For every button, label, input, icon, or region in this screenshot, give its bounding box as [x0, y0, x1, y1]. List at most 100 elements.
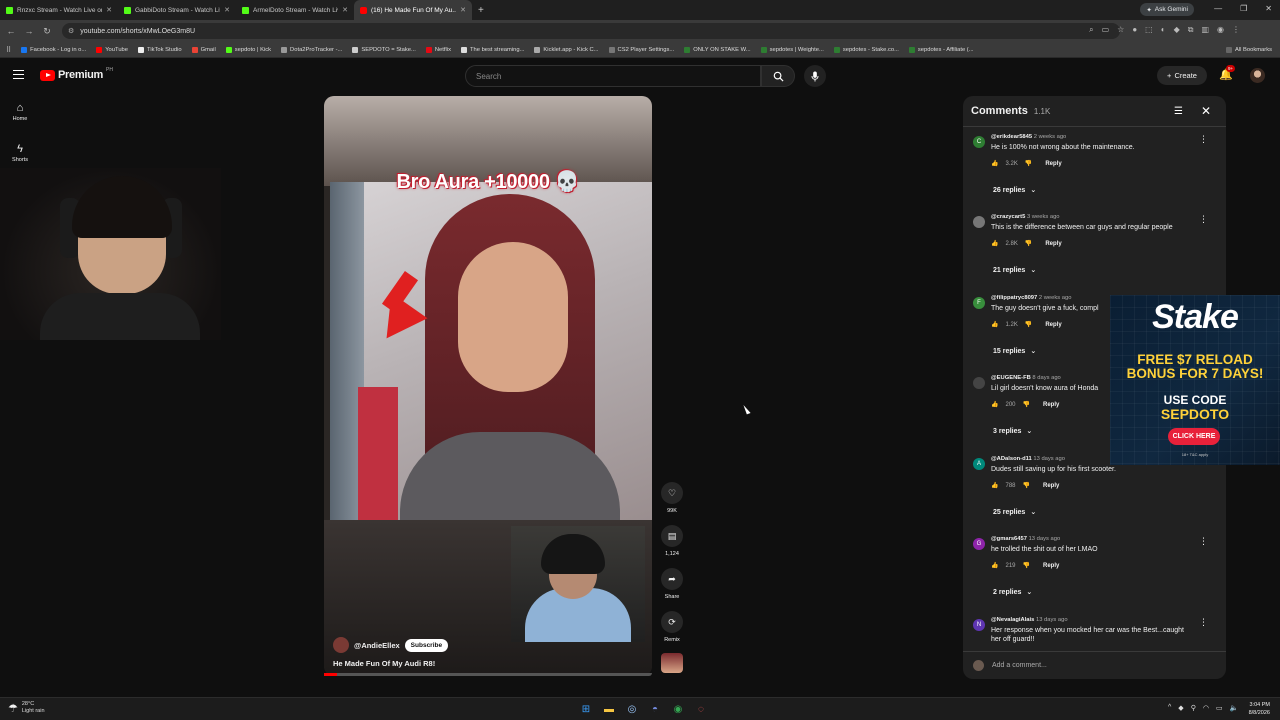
create-button[interactable]: + Create — [1157, 66, 1207, 85]
commenter-avatar[interactable]: C — [973, 136, 985, 148]
more-options-icon[interactable]: ⋮ — [1199, 134, 1208, 145]
ask-gemini-button[interactable]: ✦ Ask Gemini — [1140, 3, 1194, 16]
wifi-icon[interactable]: ◠ — [1203, 704, 1209, 712]
bookmark-item[interactable]: sepdoto | Kick — [225, 46, 271, 53]
sidebar-item-home[interactable]: ⌂ Home — [6, 102, 34, 122]
browser-tab[interactable]: GabbiDoto Stream - Watch Live ✕ — [118, 0, 236, 20]
thumbs-down-icon[interactable]: 👎 — [1025, 160, 1032, 167]
bookmark-item[interactable]: sepdotes - Affiliate (... — [908, 46, 974, 53]
discord-icon[interactable]: ◓ — [647, 701, 663, 717]
sidebar-item-shorts[interactable]: ϟ Shorts — [6, 143, 34, 163]
more-options-icon[interactable]: ⋮ — [1199, 617, 1208, 628]
close-icon[interactable]: ✕ — [1201, 104, 1211, 118]
commenter-avatar[interactable]: G — [973, 538, 985, 550]
volume-icon[interactable]: 🔈 — [1230, 704, 1239, 712]
voice-search-button[interactable] — [804, 65, 826, 87]
bookmark-item[interactable]: ONLY ON STAKE W... — [684, 46, 751, 53]
view-replies-button[interactable]: 26 replies ⌄ — [993, 186, 1036, 195]
weather-widget[interactable]: ☂ 28°C Light rain — [8, 701, 45, 715]
sound-thumbnail[interactable] — [661, 653, 683, 673]
comment-author[interactable]: @NevalagiAlais — [991, 617, 1034, 623]
sidepanel-icon[interactable]: ▥ — [1201, 25, 1209, 35]
close-tab-icon[interactable]: ✕ — [460, 6, 466, 14]
notifications-button[interactable]: 🔔 9+ — [1219, 65, 1236, 81]
comment-author[interactable]: @crazycart5 — [991, 214, 1025, 220]
comments-button[interactable]: ▤ 1,124 — [660, 525, 684, 557]
channel-name[interactable]: @AndieEllex — [354, 641, 400, 650]
search-button[interactable] — [761, 65, 795, 87]
zoom-icon[interactable]: ⌕ — [1089, 25, 1093, 35]
view-replies-button[interactable]: 2 replies ⌄ — [993, 588, 1032, 597]
sort-icon[interactable]: ☰ — [1174, 106, 1183, 117]
reply-button[interactable]: Reply — [1043, 483, 1059, 489]
minimize-button[interactable]: — — [1214, 4, 1222, 13]
site-info-icon[interactable]: ⚙ — [68, 27, 74, 35]
url-field[interactable]: ⚙ youtube.com/shorts/xMwLOeG3m8U — [62, 23, 1120, 39]
bookmark-item[interactable]: The best streaming... — [460, 46, 524, 53]
browser-menu-icon[interactable]: ⋮ — [1232, 25, 1240, 35]
view-replies-button[interactable]: 3 replies ⌄ — [993, 427, 1032, 436]
bookmark-item[interactable]: Kicklet.app - Kick C... — [534, 46, 599, 53]
thumbs-up-icon[interactable]: 👍 — [991, 401, 998, 408]
comment-author[interactable]: @EUGENE-FB — [991, 375, 1031, 381]
more-options-icon[interactable]: ⋮ — [1199, 536, 1208, 547]
reply-button[interactable]: Reply — [1045, 322, 1061, 328]
close-tab-icon[interactable]: ✕ — [342, 6, 348, 14]
reload-icon[interactable]: ↻ — [42, 26, 52, 37]
browser-tab-active[interactable]: (16) He Made Fun Of My Au... ✕ — [354, 0, 472, 20]
thumbs-up-icon[interactable]: 👍 — [991, 482, 998, 489]
commenter-avatar[interactable] — [973, 377, 985, 389]
apps-icon[interactable]: ⠿ — [6, 46, 11, 54]
bookmark-item[interactable]: YouTube — [96, 46, 128, 53]
remix-button[interactable]: ⟳ Remix — [660, 611, 684, 643]
video-progress-bar[interactable] — [324, 673, 652, 676]
extension-icon[interactable]: ⬚ — [1145, 25, 1153, 35]
thumbs-up-icon[interactable]: 👍 — [991, 562, 998, 569]
view-replies-button[interactable]: 15 replies ⌄ — [993, 347, 1036, 356]
search-input[interactable]: Search — [465, 65, 761, 87]
window-close-button[interactable]: ✕ — [1265, 4, 1272, 13]
bookmark-item[interactable]: TikTok Studio — [138, 46, 182, 53]
cast-icon[interactable]: ▭ — [1102, 25, 1110, 35]
add-comment-input[interactable]: Add a comment... — [963, 651, 1226, 679]
browser-tab[interactable]: Rnzxc Stream - Watch Live on K ✕ — [0, 0, 118, 20]
steam-icon[interactable]: ◎ — [624, 701, 640, 717]
browser-tab[interactable]: ArmelDoto Stream - Watch Live ✕ — [236, 0, 354, 20]
reply-button[interactable]: Reply — [1043, 563, 1059, 569]
bookmark-item[interactable]: CS2 Player Settings... — [608, 46, 674, 53]
extension-icon[interactable]: ● — [1132, 25, 1137, 35]
comment-author[interactable]: @ADalson-d11 — [991, 456, 1032, 462]
chevron-up-icon[interactable]: ^ — [1168, 704, 1171, 712]
bookmark-item[interactable]: Dota2ProTracker -... — [281, 46, 342, 53]
thumbs-down-icon[interactable]: 👎 — [1025, 240, 1032, 247]
hamburger-menu-icon[interactable] — [13, 70, 24, 79]
bookmark-item[interactable]: Netflix — [425, 46, 451, 53]
ad-click-here-button[interactable]: CLICK HERE — [1168, 428, 1220, 445]
reply-button[interactable]: Reply — [1043, 402, 1059, 408]
account-avatar[interactable] — [1250, 68, 1265, 83]
bookmark-star-icon[interactable]: ☆ — [1117, 25, 1124, 35]
thumbs-down-icon[interactable]: 👎 — [1023, 562, 1030, 569]
commenter-avatar[interactable]: N — [973, 619, 985, 631]
thumbs-up-icon[interactable]: 👍 — [991, 321, 998, 328]
all-bookmarks[interactable]: All Bookmarks — [1225, 46, 1272, 53]
commenter-avatar[interactable]: F — [973, 297, 985, 309]
comment-author[interactable]: @erikdear5845 — [991, 134, 1032, 140]
view-replies-button[interactable]: 21 replies ⌄ — [993, 266, 1036, 275]
new-tab-button[interactable]: + — [478, 5, 484, 16]
thumbs-down-icon[interactable]: 👎 — [1023, 401, 1030, 408]
file-explorer-icon[interactable]: ▬ — [601, 701, 617, 717]
comment-author[interactable]: @gmars6457 — [991, 536, 1027, 542]
chrome-icon[interactable]: ◉ — [670, 701, 686, 717]
bookmark-item[interactable]: Gmail — [191, 46, 216, 53]
extensions-puzzle-icon[interactable]: ⧉ — [1188, 25, 1194, 35]
close-tab-icon[interactable]: ✕ — [224, 6, 230, 14]
extension-icon[interactable]: ◐ — [1161, 25, 1166, 35]
reply-button[interactable]: Reply — [1045, 241, 1061, 247]
forward-icon[interactable]: → — [24, 26, 34, 36]
battery-icon[interactable]: ▭ — [1216, 704, 1223, 712]
app-icon[interactable]: ◌ — [693, 701, 709, 717]
close-tab-icon[interactable]: ✕ — [106, 6, 112, 14]
maximize-button[interactable]: ❐ — [1240, 4, 1247, 13]
extension-icon[interactable]: ◆ — [1174, 25, 1180, 35]
